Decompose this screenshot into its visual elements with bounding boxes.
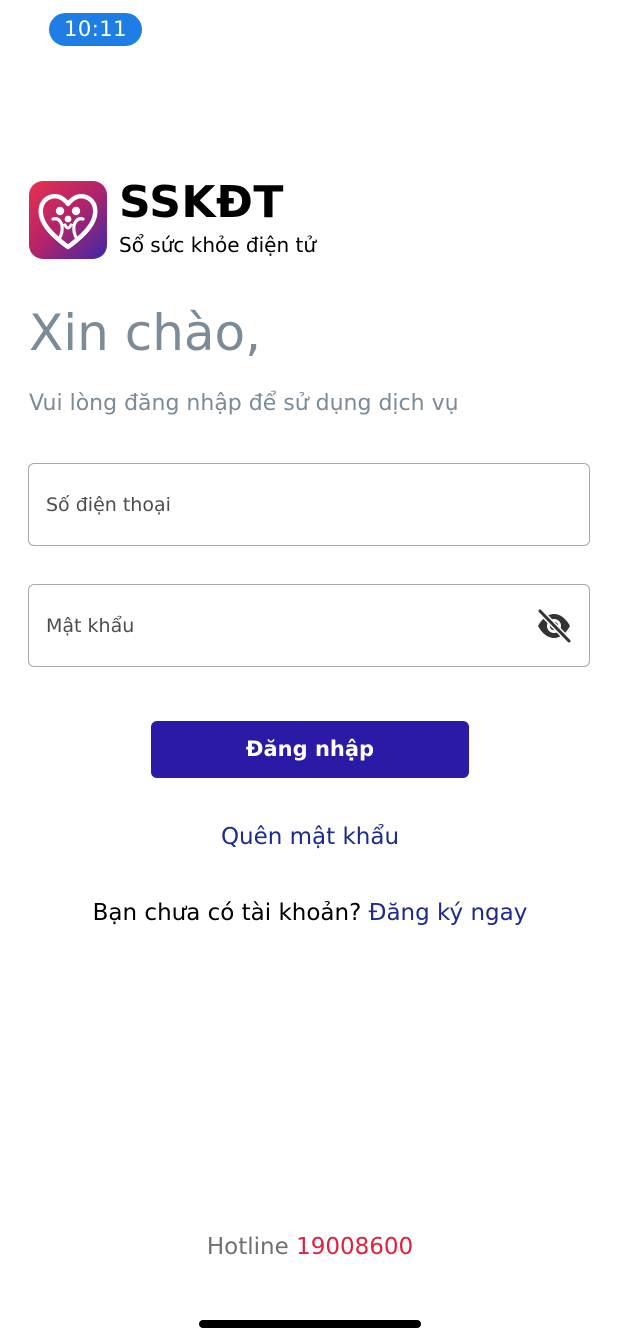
hotline-label: Hotline (206, 1234, 289, 1260)
eye-off-icon[interactable] (535, 608, 573, 644)
app-subtitle: Sổ sức khỏe điện tử (119, 233, 317, 257)
status-bar-time: 10:11 (49, 13, 142, 46)
register-link[interactable]: Đăng ký ngay (369, 900, 528, 926)
password-field[interactable]: Mật khẩu (28, 584, 590, 667)
phone-placeholder: Số điện thoại (46, 494, 171, 516)
login-screen: 10:11 SSKĐT Sổ sức khỏe điện tử Xin chào… (0, 0, 620, 1341)
register-row: Bạn chưa có tài khoản? Đăng ký ngay (0, 896, 620, 930)
no-account-prompt: Bạn chưa có tài khoản? (92, 900, 362, 926)
greeting-subtitle: Vui lòng đăng nhập để sử dụng dịch vụ (29, 391, 459, 416)
greeting-title: Xin chào, (29, 304, 262, 362)
phone-field[interactable]: Số điện thoại (28, 463, 590, 546)
app-name: SSKĐT (119, 177, 284, 228)
login-button[interactable]: Đăng nhập (151, 721, 469, 778)
hotline-row: Hotline 19008600 (0, 1230, 620, 1264)
hotline-number[interactable]: 19008600 (296, 1234, 413, 1260)
heart-family-icon (29, 181, 107, 259)
password-placeholder: Mật khẩu (46, 615, 135, 637)
home-indicator (199, 1320, 421, 1328)
forgot-password-link[interactable]: Quên mật khẩu (0, 820, 620, 854)
